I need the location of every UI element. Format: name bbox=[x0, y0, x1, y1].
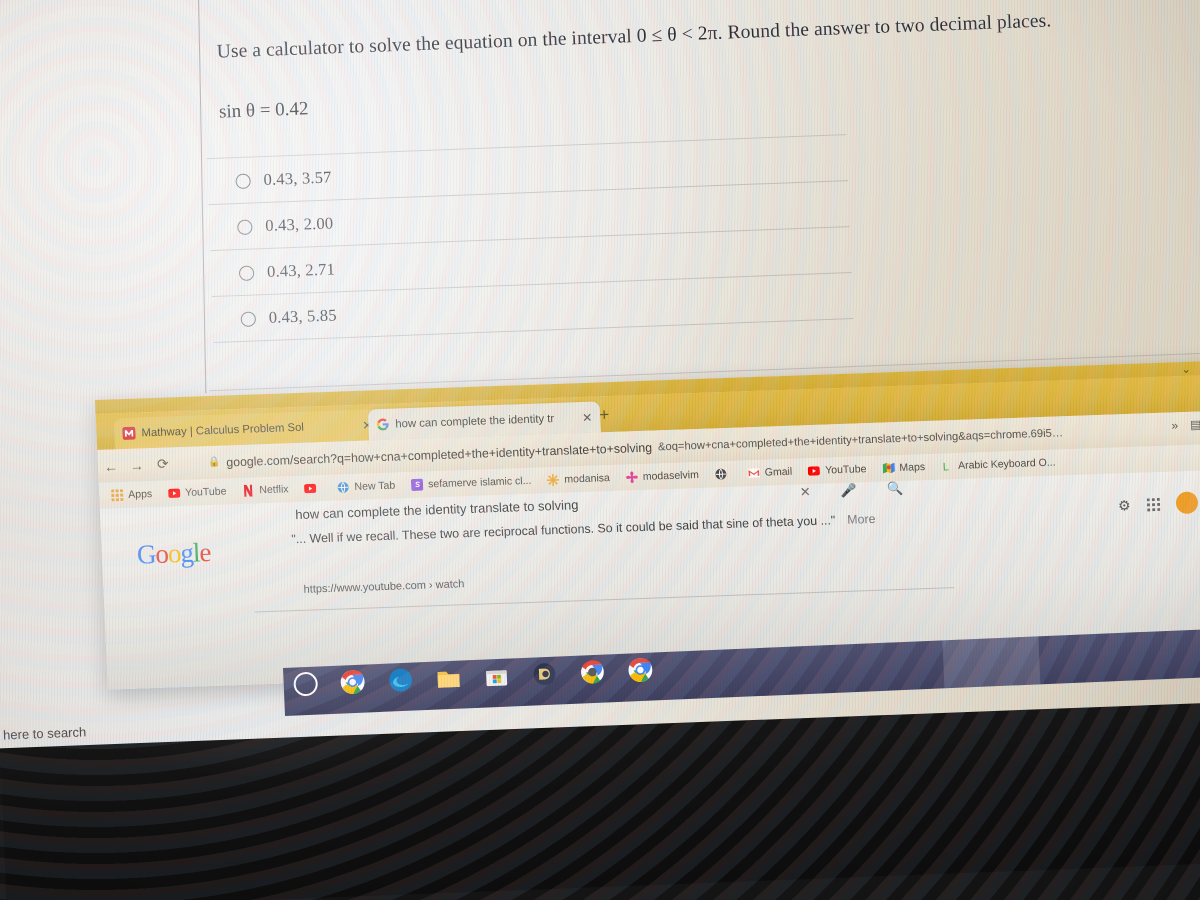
bookmark-maps[interactable]: Maps bbox=[882, 461, 925, 474]
gmail-icon bbox=[747, 468, 760, 478]
chrome-icon[interactable] bbox=[627, 657, 654, 684]
bookmark-netflix[interactable]: Netflix bbox=[242, 483, 289, 497]
bookmark-modaselvim[interactable]: modaselvim bbox=[626, 468, 700, 484]
sefamerve-icon bbox=[410, 478, 424, 491]
bookmark-label: New Tab bbox=[354, 479, 396, 493]
mathway-icon bbox=[122, 426, 136, 440]
bookmark-youtube[interactable]: YouTube bbox=[168, 485, 227, 499]
back-button[interactable]: ← bbox=[98, 458, 125, 475]
bookmark-label: modaselvim bbox=[642, 468, 700, 483]
bookmark-youtube-2[interactable] bbox=[304, 482, 322, 495]
profile-cluster: ⚙ bbox=[1118, 491, 1198, 516]
minimize-button[interactable]: ⌄ bbox=[1181, 362, 1191, 375]
bookmark-label: sefamerve islamic cl... bbox=[427, 474, 532, 491]
photographed-screen: Use a calculator to solve the equation o… bbox=[0, 0, 1200, 900]
bookmark-new-tab[interactable]: New Tab bbox=[337, 480, 395, 494]
option-label: 0.43, 2.00 bbox=[264, 212, 334, 235]
bookmark-label: Apps bbox=[127, 488, 153, 501]
radio-button[interactable] bbox=[238, 264, 255, 281]
bookmark-modanisa[interactable]: modanisa bbox=[547, 472, 611, 487]
microphone-icon[interactable]: 🎤 bbox=[840, 482, 857, 499]
netflix-icon bbox=[244, 484, 253, 497]
answer-options: 0.43, 3.57 0.43, 2.00 0.43, 2.71 0.43, 5… bbox=[206, 134, 854, 344]
new-tab-button[interactable]: + bbox=[594, 405, 615, 427]
google-icon bbox=[376, 418, 389, 431]
youtube-icon bbox=[808, 466, 821, 476]
cortana-circle-icon[interactable] bbox=[293, 671, 319, 697]
search-icon[interactable]: 🔍 bbox=[887, 481, 904, 498]
google-logo: Google bbox=[136, 537, 211, 571]
file-explorer-icon[interactable] bbox=[435, 665, 462, 692]
gear-icon[interactable]: ⚙ bbox=[1118, 497, 1131, 515]
bookmark-arabic-keyboard[interactable]: L Arabic Keyboard O... bbox=[941, 457, 1056, 473]
bookmark-label: YouTube bbox=[824, 463, 867, 477]
omnibox-url-rest: &oq=how+cna+completed+the+identity+trans… bbox=[657, 426, 1064, 453]
bookmark-label: modanisa bbox=[564, 472, 611, 486]
app-icon[interactable] bbox=[531, 661, 558, 688]
toolbar-right-icons: » ▤ ☆ bbox=[1171, 417, 1200, 432]
bookmark-apps[interactable]: Apps bbox=[110, 488, 153, 502]
option-label: 0.43, 2.71 bbox=[266, 258, 336, 281]
omnibox-url: google.com/search?q=how+cna+completed+th… bbox=[226, 440, 653, 469]
forward-button[interactable]: → bbox=[124, 457, 151, 474]
maps-icon bbox=[882, 462, 895, 474]
tab-title: Mathway | Calculus Problem Sol bbox=[141, 421, 305, 439]
apps-grid-icon bbox=[110, 489, 124, 502]
letter-l-icon: L bbox=[943, 461, 950, 472]
edge-icon[interactable] bbox=[387, 667, 414, 694]
radio-button[interactable] bbox=[235, 173, 251, 189]
bookmark-gmail[interactable]: Gmail bbox=[747, 465, 793, 480]
microsoft-store-icon[interactable] bbox=[483, 663, 510, 690]
equation-text: sin θ = 0.42 bbox=[218, 98, 309, 123]
bookmark-globe[interactable] bbox=[715, 468, 733, 481]
question-text: Use a calculator to solve the equation o… bbox=[216, 10, 1052, 63]
reading-list-icon[interactable]: ▤ bbox=[1190, 417, 1200, 431]
youtube-icon bbox=[304, 483, 317, 494]
bookmark-youtube-3[interactable]: YouTube bbox=[808, 463, 867, 477]
quiz-left-border bbox=[197, 0, 207, 394]
lock-icon: 🔒 bbox=[207, 456, 221, 469]
avatar[interactable] bbox=[1175, 491, 1198, 515]
apps-grid-icon[interactable] bbox=[1146, 497, 1160, 511]
reload-button[interactable]: ⟳ bbox=[150, 455, 177, 473]
extensions-overflow-icon[interactable]: » bbox=[1171, 418, 1178, 432]
close-icon[interactable]: ✕ bbox=[582, 410, 593, 424]
globe-icon bbox=[338, 481, 349, 493]
result-url[interactable]: https://www.youtube.com › watch bbox=[303, 578, 464, 596]
modaselvim-icon bbox=[626, 471, 638, 484]
bookmark-label: YouTube bbox=[184, 485, 227, 499]
globe-icon bbox=[715, 468, 727, 480]
chrome-incognito-icon[interactable] bbox=[579, 659, 606, 686]
bookmark-label: Maps bbox=[899, 461, 926, 474]
bookmark-label: Arabic Keyboard O... bbox=[957, 456, 1056, 472]
svg-text:L: L bbox=[943, 461, 950, 472]
more-link[interactable]: More bbox=[847, 512, 876, 527]
bookmark-label: Netflix bbox=[259, 483, 289, 497]
tab-title: how can complete the identity tr bbox=[395, 412, 555, 431]
radio-button[interactable] bbox=[240, 310, 257, 327]
option-label: 0.43, 3.57 bbox=[263, 166, 332, 189]
logo-letter: G bbox=[136, 538, 157, 570]
window-controls[interactable]: ⌄ — bbox=[1181, 361, 1200, 376]
option-label: 0.43, 5.85 bbox=[268, 304, 338, 327]
logo-letter: e bbox=[198, 537, 212, 568]
close-icon[interactable]: ✕ bbox=[799, 484, 811, 500]
bookmark-label: Gmail bbox=[764, 465, 793, 479]
radio-button[interactable] bbox=[237, 218, 253, 235]
modanisa-icon bbox=[547, 473, 560, 487]
taskbar-active-window[interactable] bbox=[942, 636, 1041, 689]
youtube-icon bbox=[168, 488, 181, 498]
bookmark-sefamerve[interactable]: sefamerve islamic cl... bbox=[410, 474, 532, 491]
chrome-icon[interactable] bbox=[339, 669, 366, 696]
